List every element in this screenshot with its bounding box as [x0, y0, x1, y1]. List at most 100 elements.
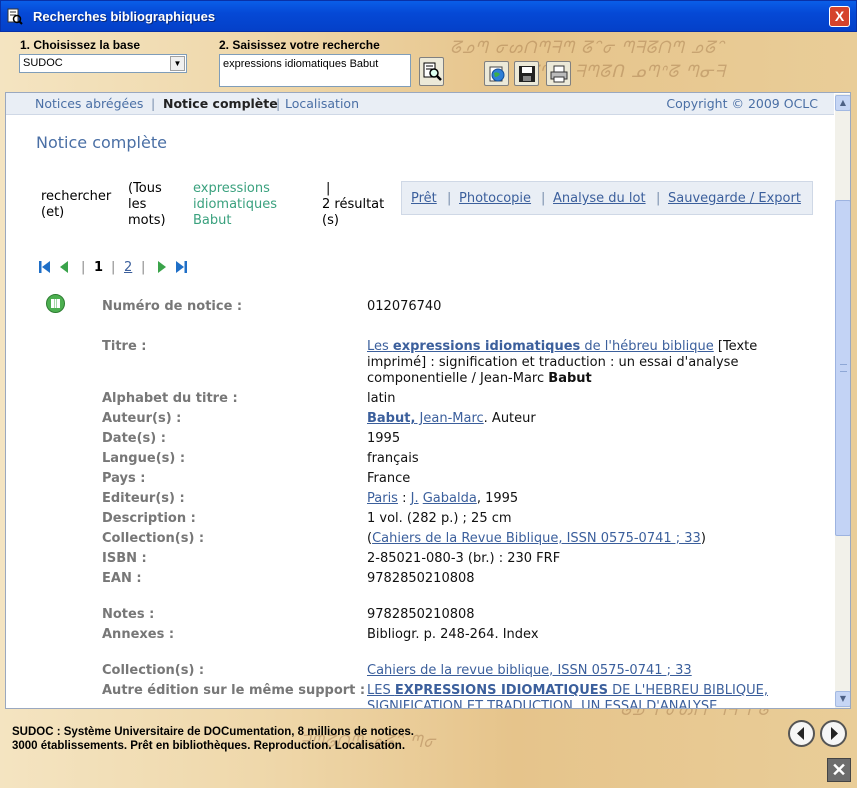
last-page-icon[interactable]	[174, 260, 188, 274]
pager-page-2-link[interactable]: 2	[124, 260, 132, 275]
previous-button[interactable]	[788, 720, 815, 747]
nav-strip: Notices abrégées | Notice complète | Loc…	[6, 93, 834, 115]
decorative-script: ᘔᓄᘉ ᓂᔕᑎᘉᖷᘉ ᘔᐢᓂ ᘉᖷᘔᑎᘉ ᓄᘔᐢ	[450, 38, 725, 58]
base-select[interactable]: SUDOC ▼	[19, 54, 187, 73]
window-title: Recherches bibliographiques	[33, 9, 216, 24]
value-isbn: 2-85021-080-3 (br.) : 230 FRF	[367, 551, 561, 566]
collection-2-link[interactable]: Cahiers de la revue biblique, ISSN 0575-…	[367, 663, 692, 678]
base-select-value: SUDOC	[23, 57, 63, 69]
value-langue: français	[367, 451, 419, 466]
publisher-initial-link[interactable]: J.	[411, 491, 419, 506]
content-panel: Notices abrégées | Notice complète | Loc…	[5, 92, 851, 709]
label-ean: EAN :	[102, 571, 142, 586]
footer-description: SUDOC : Système Universitaire de DOCumen…	[12, 725, 414, 753]
action-separator: |	[541, 191, 546, 206]
criteria-pipe: |	[326, 181, 331, 196]
scroll-up-icon[interactable]: ▲	[835, 95, 850, 111]
next-button[interactable]	[820, 720, 847, 747]
pager-current-page: 1	[94, 260, 104, 275]
dropdown-arrow-icon[interactable]: ▼	[170, 56, 185, 71]
arrow-left-icon	[797, 727, 804, 740]
value-notes: 9782850210808	[367, 607, 475, 622]
web-icon	[489, 66, 505, 82]
next-page-icon[interactable]	[156, 260, 168, 274]
nav-item-localisation[interactable]: Localisation	[285, 96, 359, 111]
label-collection-2: Collection(s) :	[102, 663, 205, 678]
value-annexes: Bibliogr. p. 248-264. Index	[367, 627, 539, 642]
label-langue: Langue(s) :	[102, 451, 186, 466]
label-collection: Collection(s) :	[102, 531, 205, 546]
label-editeur: Editeur(s) :	[102, 491, 185, 506]
save-button[interactable]	[514, 61, 539, 86]
label-auteur: Auteur(s) :	[102, 411, 182, 426]
value-titre: Les expressions idiomatiques de l'hébreu…	[367, 339, 758, 386]
search-icon	[423, 62, 442, 81]
value-autre-edition: LES EXPRESSIONS IDIOMATIQUES DE L'HEBREU…	[367, 683, 777, 708]
nav-item-notices-abregees[interactable]: Notices abrégées	[35, 96, 143, 111]
window-close-button[interactable]: X	[829, 6, 850, 27]
author-link[interactable]: Babut, Jean-Marc	[367, 411, 484, 426]
title-link[interactable]: Les expressions idiomatiques de l'hébreu…	[367, 339, 714, 354]
footer-line-1: SUDOC : Système Universitaire de DOCumen…	[12, 726, 414, 738]
first-page-icon[interactable]	[38, 260, 52, 274]
action-pret[interactable]: Prêt	[411, 191, 437, 206]
app-icon	[7, 8, 23, 25]
collection-link[interactable]: Cahiers de la Revue Biblique, ISSN 0575-…	[372, 531, 701, 546]
search-input[interactable]: expressions idiomatiques Babut	[219, 54, 411, 87]
pager-separator: |	[111, 260, 116, 275]
publisher-name-link[interactable]: Gabalda	[423, 491, 477, 506]
value-editeur: Paris : J. Gabalda, 1995	[367, 491, 519, 506]
label-pays: Pays :	[102, 471, 146, 486]
criteria-search-label: rechercher (et)	[41, 189, 112, 220]
nav-separator: |	[276, 96, 281, 111]
action-separator: |	[656, 191, 661, 206]
value-auteur: Babut, Jean-Marc. Auteur	[367, 411, 536, 426]
save-icon	[519, 66, 535, 82]
vertical-scrollbar[interactable]: ▲ ▼	[835, 94, 850, 708]
value-collection: (Cahiers de la Revue Biblique, ISSN 0575…	[367, 531, 706, 546]
page-heading: Notice complète	[36, 133, 167, 152]
query-label: 2. Saisissez votre recherche	[219, 38, 380, 52]
value-numero-notice: 012076740	[367, 299, 442, 314]
label-description: Description :	[102, 511, 196, 526]
pager-separator: |	[81, 260, 86, 275]
action-sauvegarde-export[interactable]: Sauvegarde / Export	[668, 191, 801, 206]
value-collection-2: Cahiers de la revue biblique, ISSN 0575-…	[367, 663, 787, 679]
copyright-text: Copyright © 2009 OCLC	[666, 96, 818, 111]
value-dates: 1995	[367, 431, 401, 446]
label-notes: Notes :	[102, 607, 155, 622]
footer-line-2: 3000 établissements. Prêt en bibliothèqu…	[12, 740, 406, 752]
nav-item-notice-complete[interactable]: Notice complète	[163, 96, 278, 111]
autre-edition-link[interactable]: LES EXPRESSIONS IDIOMATIQUES DE L'HEBREU…	[367, 683, 768, 708]
scroll-down-icon[interactable]: ▼	[835, 691, 850, 707]
value-ean: 9782850210808	[367, 571, 475, 586]
label-alphabet: Alphabet du titre :	[102, 391, 238, 406]
pager-separator: |	[141, 260, 146, 275]
web-button[interactable]	[484, 61, 509, 86]
action-separator: |	[447, 191, 452, 206]
value-description: 1 vol. (282 p.) ; 25 cm	[367, 511, 512, 526]
publisher-place-link[interactable]: Paris	[367, 491, 398, 506]
title-bar: Recherches bibliographiques X	[0, 0, 857, 32]
label-isbn: ISBN :	[102, 551, 147, 566]
grip-icon	[840, 364, 847, 372]
close-app-button[interactable]: ✕	[827, 758, 851, 782]
print-button[interactable]	[546, 61, 571, 86]
nav-separator: |	[151, 96, 156, 111]
previous-page-icon[interactable]	[58, 260, 70, 274]
base-label: 1. Choisissez la base	[20, 38, 141, 52]
value-pays: France	[367, 471, 411, 486]
label-annexes: Annexes :	[102, 627, 175, 642]
label-numero-notice: Numéro de notice :	[102, 299, 243, 314]
label-titre: Titre :	[102, 339, 147, 354]
print-icon	[550, 65, 568, 83]
scrollbar-thumb[interactable]	[835, 200, 850, 536]
value-alphabet: latin	[367, 391, 396, 406]
search-button[interactable]	[419, 57, 444, 86]
arrow-right-icon	[831, 727, 838, 740]
criteria-results: 2 résultat (s)	[322, 197, 385, 228]
criteria-terms: expressions idiomatiques Babut	[193, 181, 278, 228]
action-analyse-du-lot[interactable]: Analyse du lot	[553, 191, 646, 206]
action-photocopie[interactable]: Photocopie	[459, 191, 531, 206]
action-bar: Prêt | Photocopie | Analyse du lot | Sau…	[401, 181, 813, 215]
